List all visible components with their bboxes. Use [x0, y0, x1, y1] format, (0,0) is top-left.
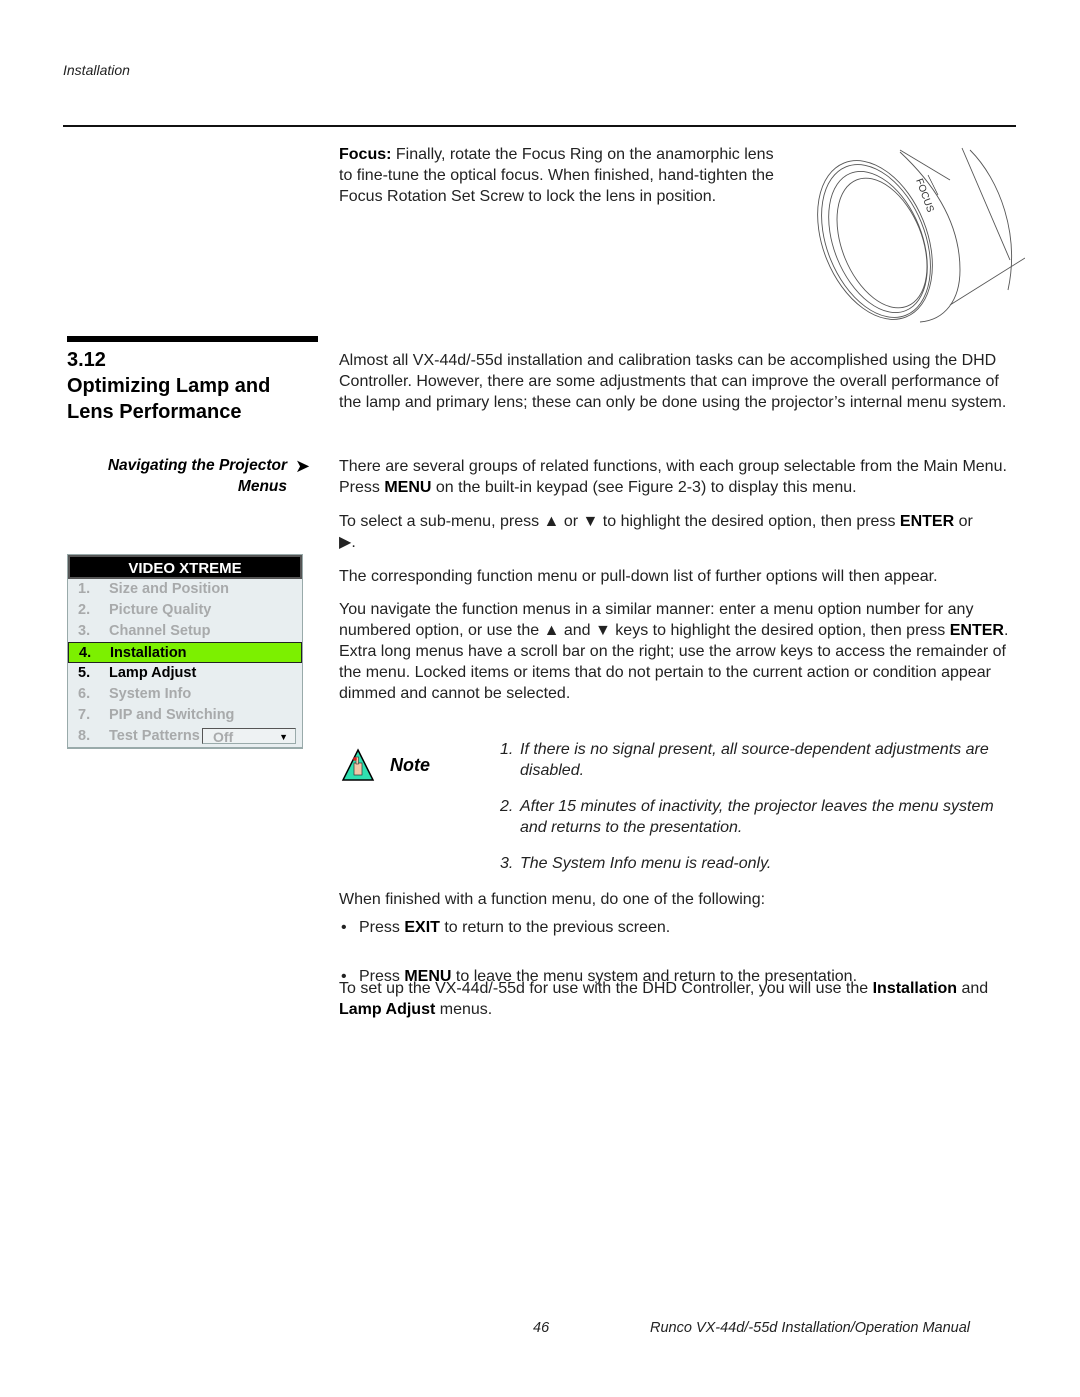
- menu-item-test-patterns[interactable]: 8. Test Patterns Off ▼: [68, 726, 302, 747]
- text-run: .: [351, 534, 356, 551]
- note-text: If there is no signal present, all sourc…: [520, 741, 989, 779]
- focus-label: Focus:: [339, 146, 392, 163]
- text-run: To select a sub-menu, press: [339, 513, 544, 530]
- menu-item-number: 5.: [78, 665, 91, 681]
- section-number: 3.12: [67, 349, 106, 371]
- menu-key-label: MENU: [384, 479, 432, 496]
- menu-item-label: Installation: [110, 645, 187, 661]
- text-run: and: [559, 622, 596, 639]
- lamp-adjust-menu-label: Lamp Adjust: [339, 1001, 436, 1018]
- note-list: 1. If there is no signal present, all sou…: [500, 739, 1018, 889]
- menu-item-pip-switching[interactable]: 7. PIP and Switching: [68, 705, 302, 726]
- menu-item-number: 1.: [78, 581, 91, 597]
- select-submenu-paragraph: To select a sub-menu, press ▲ or ▼ to hi…: [339, 511, 1019, 553]
- text-run: and: [957, 980, 989, 997]
- subhead-arrow-icon: ➤: [295, 456, 311, 476]
- bullet-exit: Press EXIT to return to the previous scr…: [339, 917, 1039, 938]
- menu-item-number: 6.: [78, 686, 91, 702]
- section-rule: [67, 336, 318, 342]
- text-run: Press: [359, 919, 405, 936]
- video-xtreme-menu: VIDEO XTREME 1. Size and Position 2. Pictu…: [67, 554, 303, 749]
- manual-title: Runco VX-44d/-55d Installation/Operation…: [650, 1320, 970, 1336]
- menu-item-size-position[interactable]: 1. Size and Position: [68, 579, 302, 600]
- dropdown-value: Off: [213, 729, 234, 745]
- menu-item-number: 2.: [78, 602, 91, 618]
- installation-menu-label: Installation: [872, 980, 958, 997]
- when-finished-paragraph: When finished with a function menu, do o…: [339, 891, 766, 908]
- note-hand-icon: [341, 748, 375, 781]
- menu-item-number: 4.: [79, 645, 92, 661]
- menu-item-number: 7.: [78, 707, 91, 723]
- menu-item-number: 3.: [78, 623, 91, 639]
- text-run: keys to highlight the desired option, th…: [610, 622, 950, 639]
- menu-item-label: Lamp Adjust: [109, 665, 197, 681]
- note-number: 3.: [500, 855, 514, 872]
- menu-item-picture-quality[interactable]: 2. Picture Quality: [68, 600, 302, 621]
- text-run: to return to the previous screen.: [439, 919, 671, 936]
- menu-item-label: Channel Setup: [109, 623, 211, 639]
- menu-item-channel-setup[interactable]: 3. Channel Setup: [68, 621, 302, 642]
- text-run: or: [954, 513, 973, 530]
- section-heading: 3.12 Optimizing Lamp and Lens Performanc…: [67, 347, 327, 425]
- subsection-heading: Navigating the Projector Menus: [67, 455, 287, 497]
- focus-text: Finally, rotate the Focus Ring on the an…: [339, 146, 774, 205]
- text-run: or: [559, 513, 583, 530]
- enter-key-label: ENTER: [949, 622, 1004, 639]
- menu-title: VIDEO XTREME: [68, 555, 302, 579]
- function-menu-paragraph: The corresponding function menu or pull-…: [339, 568, 938, 585]
- chevron-down-icon: ▼: [279, 732, 288, 742]
- lens-focus-ring-figure: FOCUS: [817, 147, 1025, 323]
- subhead-line-1: Navigating the Projector: [107, 457, 287, 474]
- header-rule: [63, 125, 1016, 127]
- navigate-paragraph: You navigate the function menus in a sim…: [339, 599, 1019, 704]
- focus-paragraph: Focus: Finally, rotate the Focus Ring on…: [339, 144, 779, 207]
- running-header: Installation: [63, 62, 130, 78]
- menu-item-label: System Info: [109, 686, 192, 702]
- up-arrow-icon: ▲: [543, 513, 560, 530]
- note-text: After 15 minutes of inactivity, the proj…: [520, 798, 994, 836]
- page-number: 46: [533, 1320, 550, 1336]
- text-run: menus.: [435, 1001, 493, 1018]
- down-arrow-icon: ▼: [582, 513, 599, 530]
- text-run: on the built-in keypad (see Figure 2-3) …: [431, 479, 857, 496]
- note-item: 3. The System Info menu is read-only.: [500, 853, 1018, 874]
- note-number: 1.: [500, 741, 514, 758]
- enter-key-label: ENTER: [899, 513, 955, 530]
- right-arrow-icon: ▶: [339, 534, 352, 551]
- note-item: 1. If there is no signal present, all sou…: [500, 739, 1018, 781]
- note-label: Note: [390, 755, 430, 775]
- menu-item-installation[interactable]: 4. Installation: [68, 642, 302, 663]
- menu-groups-paragraph: There are several groups of related func…: [339, 456, 1019, 498]
- note-number: 2.: [500, 798, 514, 815]
- note-text: The System Info menu is read-only.: [520, 855, 772, 872]
- section-title: Optimizing Lamp and Lens Performance: [67, 375, 271, 423]
- menu-item-label: Test Patterns: [109, 728, 200, 744]
- setup-paragraph: To set up the VX-44d/-55d for use with t…: [339, 978, 1019, 1020]
- down-arrow-icon: ▼: [595, 622, 611, 639]
- test-patterns-dropdown[interactable]: Off ▼: [202, 728, 296, 745]
- subhead-line-2: Menus: [237, 478, 287, 495]
- text-run: to highlight the desired option, then pr…: [598, 513, 900, 530]
- menu-item-label: PIP and Switching: [109, 707, 235, 723]
- menu-item-label: Size and Position: [109, 581, 230, 597]
- intro-paragraph: Almost all VX-44d/-55d installation and …: [339, 352, 1007, 411]
- exit-key-label: EXIT: [404, 919, 440, 936]
- note-item: 2. After 15 minutes of inactivity, the pr…: [500, 796, 1018, 838]
- text-run: To set up the VX-44d/-55d for use with t…: [339, 980, 873, 997]
- menu-item-lamp-adjust[interactable]: 5. Lamp Adjust: [68, 663, 302, 684]
- menu-item-number: 8.: [78, 728, 91, 744]
- menu-item-system-info[interactable]: 6. System Info: [68, 684, 302, 705]
- up-arrow-icon: ▲: [543, 622, 560, 639]
- menu-item-label: Picture Quality: [109, 602, 212, 618]
